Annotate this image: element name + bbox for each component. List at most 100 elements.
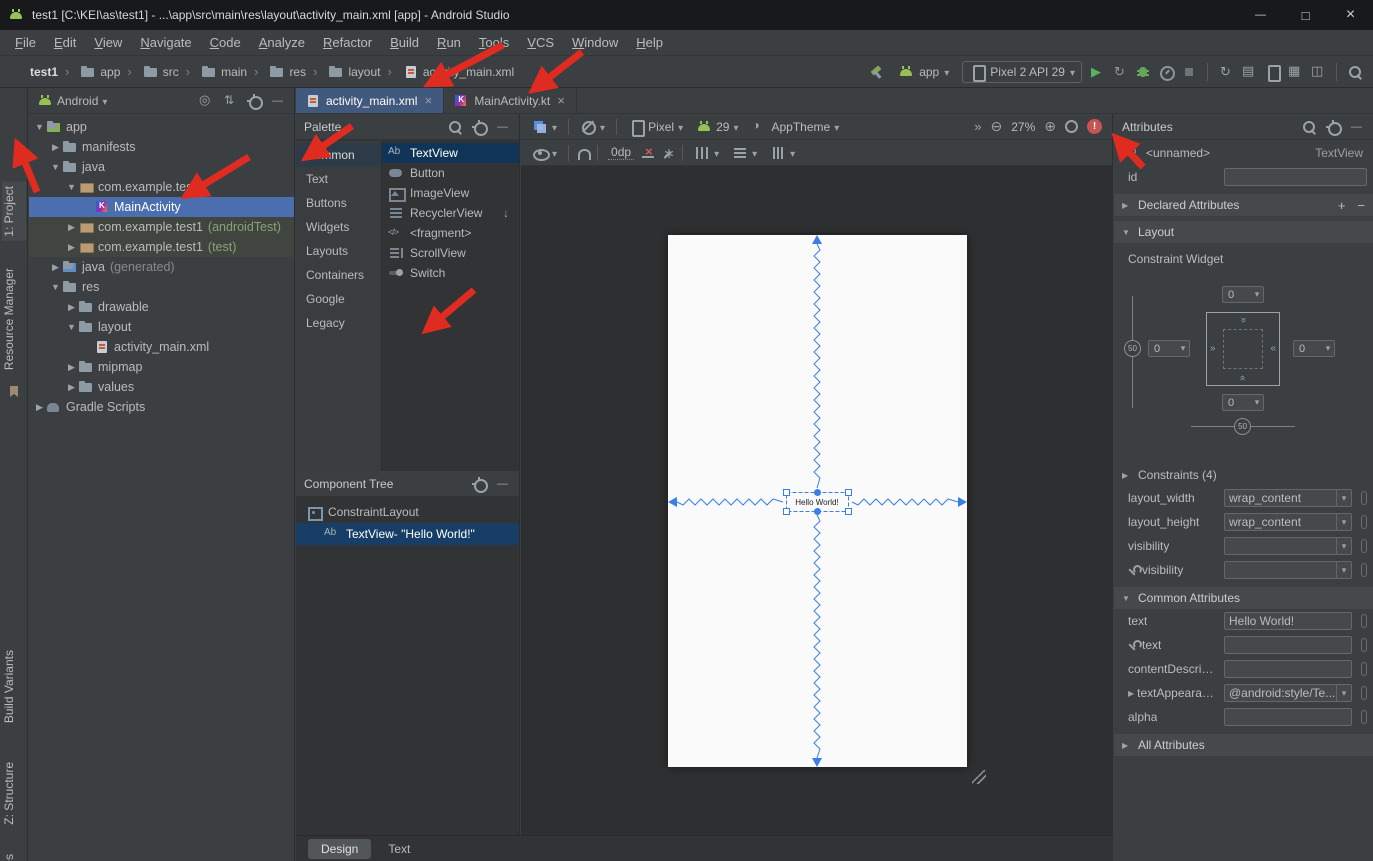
avd-manager-icon[interactable] — [1264, 64, 1280, 80]
combo-arrow-icon[interactable] — [1251, 395, 1263, 410]
project-structure-icon[interactable] — [1241, 64, 1257, 80]
tools-flag-toggle[interactable] — [1361, 563, 1367, 577]
breadcrumb-item[interactable]: app — [58, 64, 120, 80]
tree-item[interactable]: mipmap — [29, 357, 294, 377]
expand-arrow-icon[interactable] — [65, 222, 78, 233]
margin-right-select[interactable]: 0 — [1293, 340, 1335, 357]
tree-item[interactable]: drawable — [29, 297, 294, 317]
zoom-out-icon[interactable] — [991, 118, 1003, 135]
menu-item[interactable]: VCS — [518, 35, 563, 50]
maximize-button[interactable] — [1283, 0, 1328, 30]
tools-flag-toggle[interactable] — [1361, 491, 1367, 505]
combo-arrow-icon[interactable] — [1177, 341, 1189, 356]
expand-arrow-icon[interactable] — [65, 382, 78, 393]
palette-category[interactable]: Buttons — [296, 191, 381, 215]
section-layout[interactable]: Layout — [1114, 221, 1373, 243]
close-tab-icon[interactable] — [555, 93, 567, 108]
search-icon[interactable] — [447, 119, 463, 135]
expand-arrow-icon[interactable] — [65, 302, 78, 313]
palette-category[interactable]: Containers — [296, 263, 381, 287]
tree-item[interactable]: java (generated) — [29, 257, 294, 277]
attribute-value-input[interactable] — [1224, 660, 1352, 678]
section-declared-attributes[interactable]: Declared Attributes — [1114, 194, 1373, 216]
menu-item[interactable]: Refactor — [314, 35, 381, 50]
collapse-arrow-icon[interactable] — [1122, 741, 1132, 750]
palette-item[interactable]: Button — [382, 163, 519, 183]
vertical-bias-value[interactable]: 50 — [1124, 340, 1141, 357]
section-constraints[interactable]: Constraints (4) — [1114, 464, 1373, 486]
minimize-panel-icon[interactable] — [495, 119, 511, 135]
close-button[interactable] — [1328, 0, 1373, 30]
gradle-sync-icon[interactable] — [1218, 64, 1234, 80]
expand-arrow-icon[interactable] — [65, 322, 78, 332]
tools-flag-toggle[interactable] — [1361, 638, 1367, 652]
margin-left-select[interactable]: 0 — [1148, 340, 1190, 357]
section-common-attributes[interactable]: Common Attributes — [1114, 587, 1373, 609]
palette-item[interactable]: TextView — [382, 143, 519, 163]
gear-icon[interactable] — [246, 93, 262, 109]
component-tree-item[interactable]: TextView- "Hello World!" — [296, 523, 519, 545]
editor-tab[interactable]: MainActivity.kt — [444, 88, 577, 113]
constraint-widget-box[interactable]: » » » « — [1206, 312, 1280, 386]
theme-select[interactable]: AppTheme — [747, 117, 845, 137]
api-version-select[interactable]: 29 — [691, 117, 743, 137]
guidelines-select[interactable] — [689, 143, 724, 163]
close-tab-icon[interactable] — [422, 93, 434, 108]
attribute-value-combo[interactable]: wrap_content — [1224, 489, 1352, 507]
tools-flag-toggle[interactable] — [1361, 686, 1367, 700]
combo-arrow-icon[interactable] — [1336, 490, 1351, 506]
palette-category[interactable]: Widgets — [296, 215, 381, 239]
section-all-attributes[interactable]: All Attributes — [1114, 734, 1373, 756]
constraint-widget[interactable]: 50 0 0 0 0 » » — [1114, 268, 1373, 444]
margin-top-select[interactable]: 0 — [1222, 286, 1264, 303]
tree-item[interactable]: com.example.test1 — [29, 177, 294, 197]
palette-item[interactable]: RecyclerView — [382, 203, 519, 223]
attribute-value-combo[interactable]: @android:style/Te... — [1224, 684, 1352, 702]
profile-icon[interactable] — [1158, 64, 1174, 80]
constraint-indicator-icon[interactable]: « — [1270, 344, 1276, 354]
device-type-select[interactable]: Pixel — [623, 117, 688, 137]
palette-category[interactable]: Google — [296, 287, 381, 311]
menu-item[interactable]: Navigate — [131, 35, 200, 50]
stop-icon[interactable] — [1181, 64, 1197, 80]
apply-changes-icon[interactable] — [1112, 64, 1128, 80]
horizontal-bias-value[interactable]: 50 — [1234, 418, 1251, 435]
hide-panel-icon[interactable] — [270, 93, 286, 109]
combo-arrow-icon[interactable] — [1336, 685, 1351, 701]
attribute-value-combo[interactable] — [1224, 537, 1352, 555]
tools-flag-toggle[interactable] — [1361, 614, 1367, 628]
gear-icon[interactable] — [471, 476, 487, 492]
constraint-anchor-icon[interactable] — [814, 489, 821, 496]
breadcrumb-item[interactable]: activity_main.xml — [380, 64, 514, 80]
palette-item[interactable]: ImageView — [382, 183, 519, 203]
component-tree-item[interactable]: ConstraintLayout — [296, 501, 519, 523]
attribute-value-input[interactable] — [1224, 708, 1352, 726]
menu-item[interactable]: Help — [627, 35, 672, 50]
minimize-button[interactable] — [1238, 0, 1283, 30]
combo-arrow-icon[interactable] — [1251, 287, 1263, 302]
menu-item[interactable]: Analyze — [250, 35, 314, 50]
combo-arrow-icon[interactable] — [1336, 562, 1351, 578]
collapse-arrow-icon[interactable] — [1122, 471, 1132, 480]
expand-arrow-icon[interactable] — [49, 262, 62, 273]
tools-flag-toggle[interactable] — [1361, 539, 1367, 553]
palette-item[interactable]: ScrollView — [382, 243, 519, 263]
tree-item[interactable]: MainActivity — [29, 197, 294, 217]
minimize-panel-icon[interactable] — [1349, 119, 1365, 135]
constraint-indicator-icon[interactable]: » — [1238, 317, 1248, 323]
run-icon[interactable] — [1089, 64, 1105, 80]
tool-window-project[interactable]: 1: Project — [2, 182, 26, 241]
tree-item[interactable]: res — [29, 277, 294, 297]
zoom-in-icon[interactable] — [1044, 118, 1056, 135]
palette-category[interactable]: Legacy — [296, 311, 381, 335]
view-options-select[interactable] — [527, 143, 562, 163]
expand-arrow-icon[interactable] — [65, 362, 78, 373]
tree-item[interactable]: com.example.test1 (androidTest) — [29, 217, 294, 237]
device-file-explorer-icon[interactable] — [1310, 64, 1326, 80]
gear-icon[interactable] — [471, 119, 487, 135]
orientation-select[interactable] — [575, 117, 610, 137]
combo-arrow-icon[interactable] — [1336, 538, 1351, 554]
distribute-select[interactable] — [765, 143, 800, 163]
build-hammer-icon[interactable] — [869, 64, 885, 80]
search-icon[interactable] — [1347, 64, 1363, 80]
